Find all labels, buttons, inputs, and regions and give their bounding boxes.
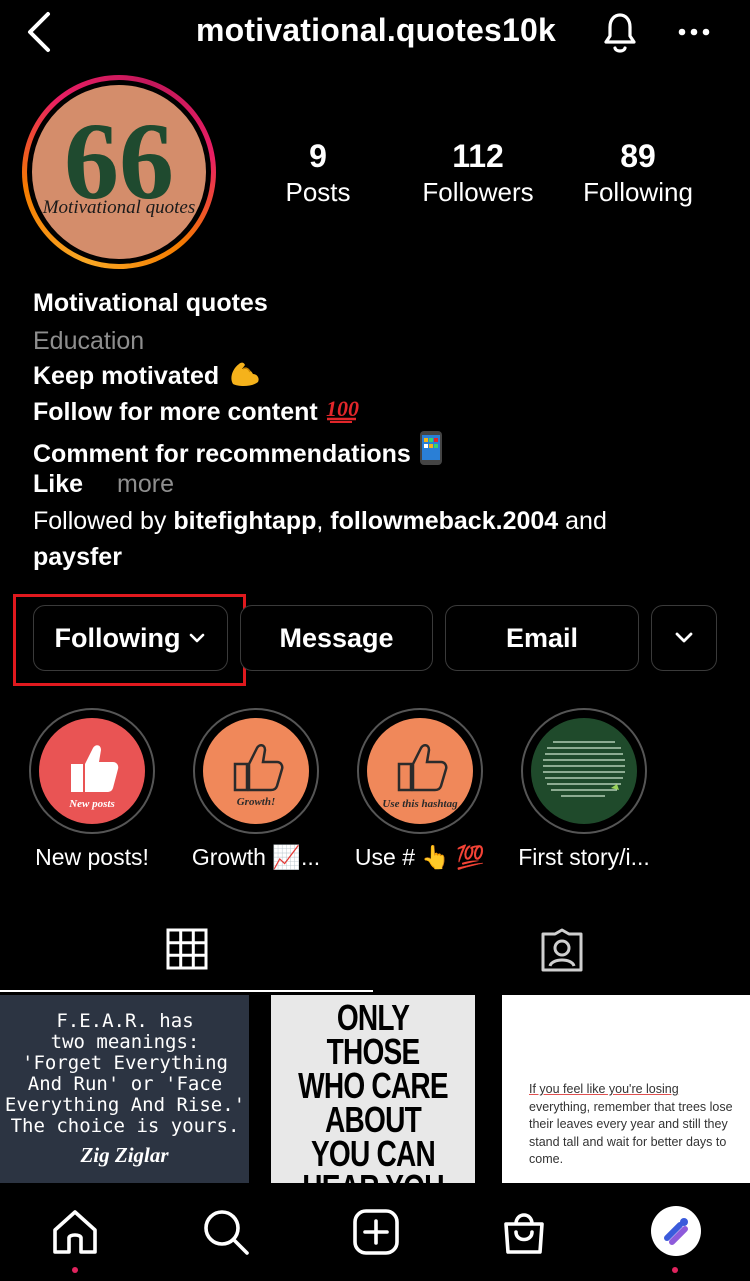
profile-avatar[interactable]: 66 Motivational quotes bbox=[22, 75, 216, 269]
svg-text:100: 100 bbox=[326, 396, 359, 421]
notification-bell-icon[interactable] bbox=[598, 8, 642, 56]
quote-mark-logo: 66 bbox=[64, 100, 174, 222]
highlight-cover: Use this hashtag bbox=[367, 718, 473, 824]
bio-line-2: Follow for more content 100 bbox=[33, 394, 733, 434]
shop-bag-icon[interactable] bbox=[500, 1208, 548, 1256]
bio-more-link[interactable]: more bbox=[117, 470, 174, 498]
post-author-text: Zig Ziglar bbox=[80, 1143, 169, 1167]
tagged-tab-icon[interactable] bbox=[539, 928, 585, 974]
email-button[interactable]: Email bbox=[445, 605, 639, 671]
bio-line-text: Comment for recommendations bbox=[33, 440, 411, 468]
post-quote-text: If you feel like you're losing everything… bbox=[529, 1082, 733, 1166]
avatar-caption: Motivational quotes bbox=[42, 197, 196, 218]
followers-count: 112 bbox=[452, 138, 504, 174]
create-post-icon[interactable] bbox=[352, 1208, 400, 1256]
highlight-new-posts[interactable]: New posts New posts! bbox=[27, 708, 157, 870]
chevron-down-icon bbox=[675, 632, 693, 643]
followed-by-text[interactable]: Followed by bitefightapp, followmeback.2… bbox=[33, 503, 733, 575]
bio-line-text: Like bbox=[33, 470, 84, 498]
following-count: 89 bbox=[620, 138, 656, 174]
highlight-cover: Growth! bbox=[203, 718, 309, 824]
highlight-cover: New posts bbox=[39, 718, 145, 824]
highlight-label: Growth 📈... bbox=[191, 844, 321, 870]
post-quote-text: ONLY THOSE WHO CARE ABOUT YOU CAN HEAR Y… bbox=[298, 997, 449, 1186]
highlight-label: New posts! bbox=[35, 844, 149, 870]
follower-link[interactable]: followmeback.2004 bbox=[330, 507, 558, 535]
profile-avatar-icon[interactable] bbox=[650, 1205, 702, 1257]
notification-dot bbox=[72, 1267, 78, 1273]
notification-dot bbox=[672, 1267, 678, 1273]
following-label: Following bbox=[583, 177, 693, 207]
back-arrow-icon[interactable] bbox=[20, 10, 60, 54]
message-button[interactable]: Message bbox=[240, 605, 433, 671]
search-icon[interactable] bbox=[202, 1208, 250, 1256]
post-quote-text: F.E.A.R. has two meanings: 'Forget Every… bbox=[4, 1010, 246, 1137]
follower-link[interactable]: bitefightapp bbox=[173, 507, 316, 535]
profile-username: motivational.quotes10k bbox=[195, 12, 557, 48]
post-thumbnail[interactable]: ONLY THOSE WHO CARE ABOUT YOU CAN HEAR Y… bbox=[271, 995, 475, 1185]
highlight-first-story[interactable]: First story/i... bbox=[518, 708, 650, 870]
text-note-image bbox=[543, 741, 625, 797]
posts-label: Posts bbox=[285, 177, 351, 207]
bio-line-text: Keep motivated bbox=[33, 362, 220, 390]
profile-category: Education bbox=[33, 327, 145, 355]
more-options-icon[interactable] bbox=[676, 20, 712, 44]
highlight-label: First story/i... bbox=[518, 844, 650, 870]
highlight-hashtag[interactable]: Use this hashtag Use # 👆 💯 bbox=[355, 708, 485, 870]
posts-stat[interactable]: 9 Posts bbox=[248, 138, 388, 210]
bio-line-text: Follow for more content bbox=[33, 398, 318, 426]
suggested-accounts-button[interactable] bbox=[651, 605, 717, 671]
active-tab-indicator bbox=[0, 990, 373, 992]
highlight-label: Use # 👆 💯 bbox=[354, 844, 486, 870]
home-icon[interactable] bbox=[51, 1208, 99, 1256]
bio-line-1: Keep motivated bbox=[33, 358, 733, 398]
hundred-points-icon: 100 bbox=[326, 394, 360, 434]
thumbs-up-icon bbox=[233, 744, 284, 792]
followers-label: Followers bbox=[422, 177, 534, 207]
profile-display-name: Motivational quotes bbox=[33, 289, 268, 317]
followers-stat[interactable]: 112 Followers bbox=[397, 138, 559, 210]
post-thumbnail[interactable]: F.E.A.R. has two meanings: 'Forget Every… bbox=[0, 995, 249, 1185]
highlight-cover bbox=[531, 718, 637, 824]
flexed-biceps-icon bbox=[227, 358, 261, 398]
annotation-highlight-box bbox=[13, 594, 246, 686]
posts-count: 9 bbox=[309, 138, 327, 174]
bio-line-4: Like more bbox=[33, 466, 733, 502]
post-thumbnail[interactable]: If you feel like you're losing everything… bbox=[502, 995, 750, 1185]
follower-link[interactable]: paysfer bbox=[33, 543, 122, 571]
highlight-growth[interactable]: Growth! Growth 📈... bbox=[191, 708, 321, 870]
grid-tab-icon[interactable] bbox=[166, 928, 208, 970]
following-stat[interactable]: 89 Following bbox=[558, 138, 718, 210]
